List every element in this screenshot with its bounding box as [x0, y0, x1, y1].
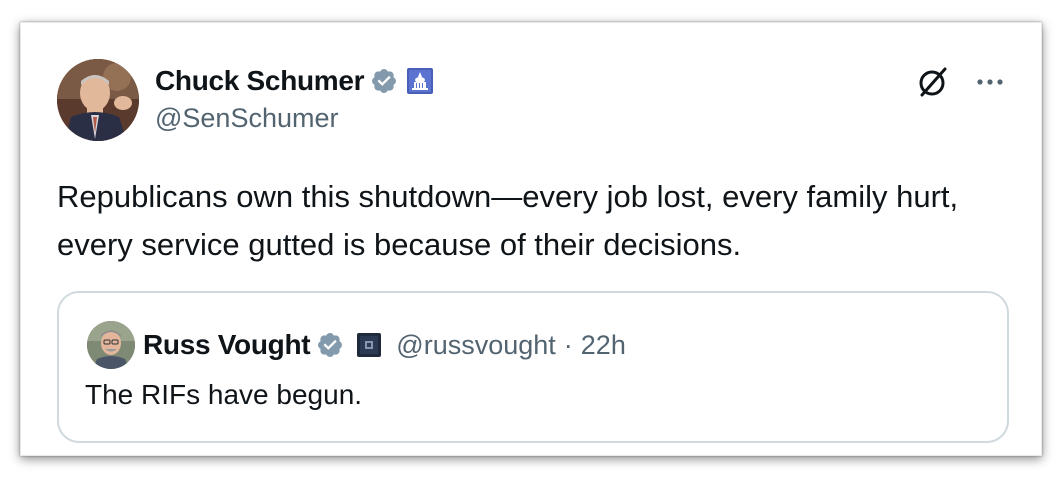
more-options-icon[interactable]: [971, 65, 1009, 99]
quoted-tweet[interactable]: Russ Vought @russvought · 22h The RIFs h…: [57, 291, 1009, 443]
us-capitol-affiliation-icon[interactable]: [406, 67, 434, 95]
author-name[interactable]: Chuck Schumer: [155, 65, 365, 97]
author-handle[interactable]: @SenSchumer: [155, 103, 339, 134]
tweet-text: Republicans own this shutdown—every job …: [57, 179, 959, 262]
quoted-author-name[interactable]: Russ Vought: [143, 329, 311, 361]
quoted-timestamp[interactable]: 22h: [581, 330, 626, 361]
grok-icon[interactable]: [916, 65, 950, 99]
quoted-tweet-text: The RIFs have begun.: [85, 379, 363, 410]
quoted-author-handle[interactable]: @russvought: [396, 330, 555, 361]
author-avatar[interactable]: [57, 59, 139, 141]
verified-badge-icon[interactable]: [316, 331, 344, 359]
verified-badge-icon[interactable]: [370, 67, 398, 95]
quoted-author-avatar[interactable]: [87, 321, 135, 369]
government-affiliation-icon[interactable]: [356, 332, 382, 358]
separator-dot: ·: [563, 329, 573, 360]
tweet-card[interactable]: Chuck Schumer @SenSchumer Republicans ow…: [20, 22, 1042, 456]
